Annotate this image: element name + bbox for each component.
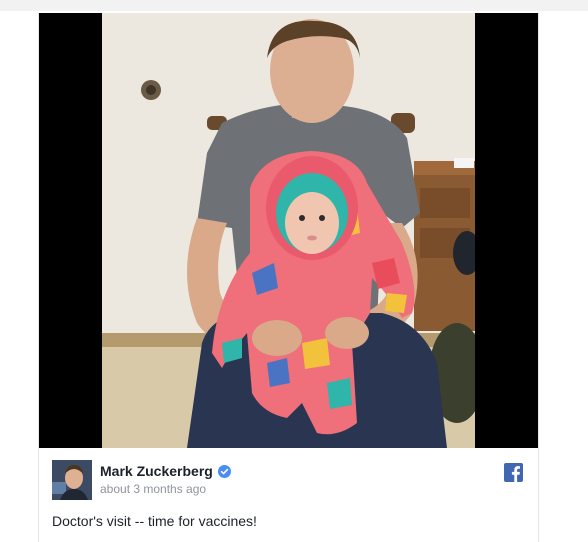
post-photo[interactable] — [102, 13, 475, 448]
post-timestamp[interactable]: about 3 months ago — [100, 482, 206, 496]
author-avatar[interactable] — [52, 460, 92, 500]
author-name[interactable]: Mark Zuckerberg — [100, 463, 213, 479]
facebook-logo-icon[interactable] — [504, 463, 523, 482]
author-name-link[interactable]: Mark Zuckerberg — [100, 463, 231, 479]
verified-check-icon — [217, 464, 231, 478]
post-footer: Mark Zuckerberg about 3 months ago Docto… — [39, 448, 538, 542]
embedded-post-card: Mark Zuckerberg about 3 months ago Docto… — [38, 13, 539, 542]
post-media[interactable] — [39, 13, 538, 448]
page-top-strip — [0, 0, 588, 11]
post-message: Doctor's visit -- time for vaccines! — [52, 513, 257, 529]
